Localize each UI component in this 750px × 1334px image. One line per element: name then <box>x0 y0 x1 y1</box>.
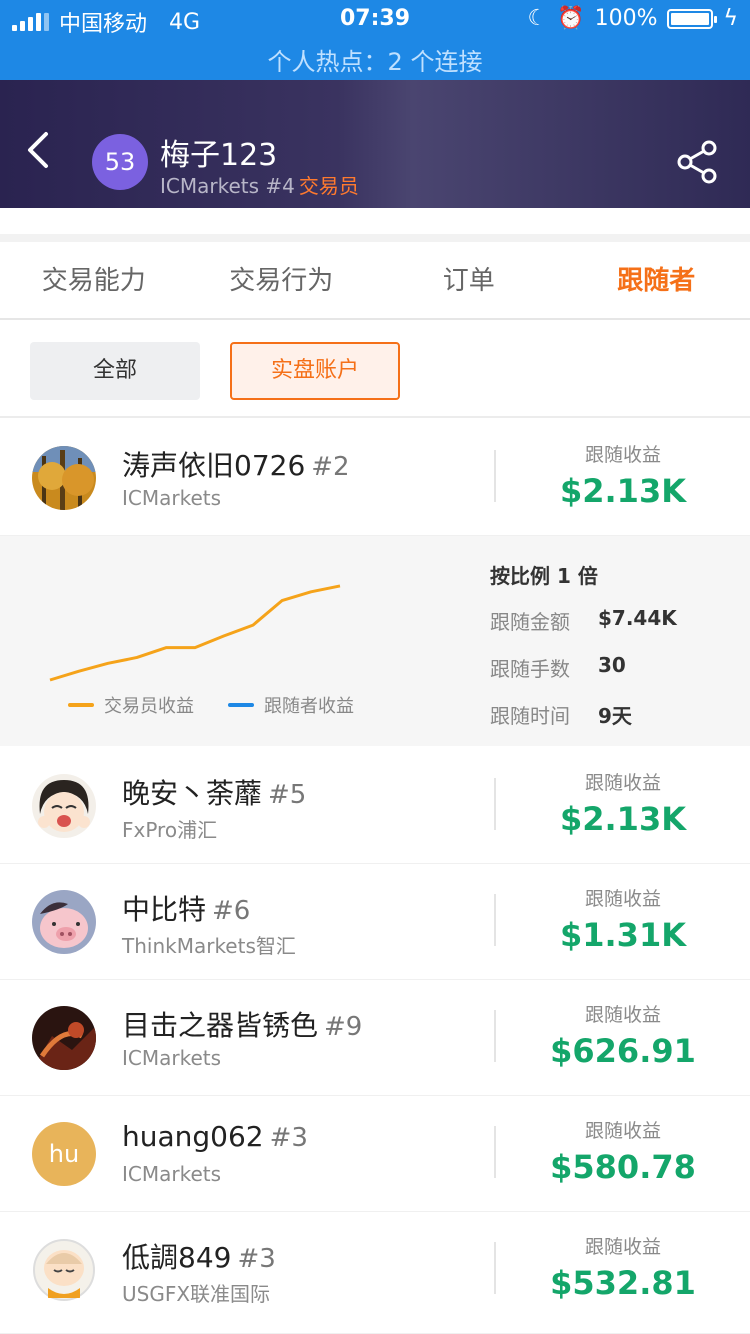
follower-broker: USGFX联准国际 <box>122 1282 271 1306</box>
follower-row[interactable]: 中比特 #6 ThinkMarkets智汇 跟随收益 $1.31K <box>0 864 750 980</box>
legend-follower-label: 跟随者收益 <box>264 696 354 717</box>
share-button[interactable] <box>676 140 718 184</box>
follower-rank: #5 <box>268 780 307 810</box>
header-spacer <box>0 208 750 234</box>
follower-broker: ICMarkets <box>122 1046 222 1070</box>
follower-rank: #9 <box>324 1012 363 1042</box>
back-button[interactable] <box>26 132 50 168</box>
profit-value: $2.13K <box>559 472 686 510</box>
chart-legend: 交易员收益 跟随者收益 <box>68 692 380 718</box>
tab-trading-behavior[interactable]: 交易行为 <box>188 242 376 318</box>
follower-name-text: 目击之器皆锈色 <box>122 1009 319 1042</box>
follower-name-text: huang062 <box>122 1120 264 1153</box>
share-icon <box>677 140 717 184</box>
avatar <box>32 1238 96 1302</box>
trader-role: 交易员 <box>298 174 359 198</box>
profit-value: $580.78 <box>550 1148 696 1186</box>
follower-name-text: 中比特 <box>122 893 207 926</box>
legend-trader-label: 交易员收益 <box>104 696 194 717</box>
follow-time: 跟随时间 9天 <box>490 700 632 729</box>
level-badge: 53 <box>92 134 148 190</box>
avatar: hu <box>32 1122 96 1186</box>
filter-all-button[interactable]: 全部 <box>30 342 200 400</box>
follower-name: huang062 #3 <box>122 1120 308 1153</box>
follow-time-value: 9天 <box>598 704 632 728</box>
follower-rank: #3 <box>237 1244 276 1274</box>
profit-value: $2.13K <box>559 800 686 838</box>
profit-label: 跟随收益 <box>584 1120 661 1142</box>
trader-name: 梅子123 <box>160 138 278 173</box>
filter-real-account-button[interactable]: 实盘账户 <box>230 342 400 400</box>
profit-value: $626.91 <box>550 1032 696 1070</box>
follower-broker: FxPro浦汇 <box>122 818 218 842</box>
follower-rank: #2 <box>311 452 350 482</box>
follower-name-text: 低調849 <box>122 1241 232 1274</box>
follower-row[interactable]: 目击之器皆锈色 #9 ICMarkets 跟随收益 $626.91 <box>0 980 750 1096</box>
follower-name: 中比特 #6 <box>122 888 250 928</box>
follow-lots-value: 30 <box>598 653 626 677</box>
section-divider <box>0 234 750 242</box>
account-filter: 全部 实盘账户 <box>0 322 750 418</box>
tab-followers[interactable]: 跟随者 <box>563 242 750 318</box>
follower-name: 晚安丶荼蘼 #5 <box>122 772 306 812</box>
profit-chart <box>49 584 341 682</box>
chevron-left-icon <box>28 132 48 168</box>
hotspot-banner[interactable]: 个人热点：2 个连接 <box>0 42 750 77</box>
follower-broker: ICMarkets <box>122 486 222 510</box>
legend-trader: 交易员收益 <box>68 692 194 718</box>
follower-rank: #3 <box>269 1123 308 1153</box>
profit-value: $1.31K <box>559 916 686 954</box>
follow-ratio: 按比例 1 倍 <box>490 564 598 588</box>
profit-label: 跟随收益 <box>584 1004 661 1026</box>
follower-name-text: 涛声依旧0726 <box>122 449 306 482</box>
follower-detail-panel: 交易员收益 跟随者收益 按比例 1 倍 跟随金额 $7.44K 跟随手数 30 … <box>0 536 750 746</box>
profit-label: 跟随收益 <box>584 1236 661 1258</box>
battery-icon <box>667 8 718 29</box>
series-line-0 <box>49 584 341 682</box>
trader-broker: ICMarkets #4 交易员 <box>160 170 359 199</box>
profit-label: 跟随收益 <box>584 888 661 910</box>
avatar <box>32 890 96 954</box>
follow-time-label: 跟随时间 <box>490 704 570 728</box>
follower-broker: ICMarkets <box>122 1162 222 1186</box>
battery-percent: 100% <box>594 6 658 31</box>
status-bar: 中国移动 4G 07:39 ☾ ⏰ 100% ϟ 个人热点：2 个连接 <box>0 0 750 80</box>
follower-row[interactable]: 晚安丶荼蘼 #5 FxPro浦汇 跟随收益 $2.13K <box>0 748 750 864</box>
tab-orders[interactable]: 订单 <box>375 242 563 318</box>
charging-icon: ϟ <box>723 6 738 31</box>
follower-row[interactable]: hu huang062 #3 ICMarkets 跟随收益 $580.78 <box>0 1096 750 1212</box>
legend-follower: 跟随者收益 <box>228 692 354 718</box>
follower-name: 目击之器皆锈色 #9 <box>122 1004 362 1044</box>
follower-name: 涛声依旧0726 #2 <box>122 444 350 484</box>
follow-lots-label: 跟随手数 <box>490 657 570 681</box>
trader-header: 53 梅子123 ICMarkets #4 交易员 <box>0 80 750 208</box>
follow-amount-label: 跟随金额 <box>490 610 570 634</box>
alarm-icon: ⏰ <box>557 6 585 31</box>
follower-name-text: 晚安丶荼蘼 <box>122 777 263 810</box>
follower-row[interactable]: 低調849 #3 USGFX联准国际 跟随收益 $532.81 <box>0 1212 750 1334</box>
profit-label: 跟随收益 <box>584 772 661 794</box>
tab-bar: 交易能力 交易行为 订单 跟随者 <box>0 242 750 320</box>
avatar <box>32 446 96 510</box>
follower-broker: ThinkMarkets智汇 <box>122 934 296 958</box>
follower-row[interactable]: 涛声依旧0726 #2 ICMarkets 跟随收益 $2.13K <box>0 420 750 536</box>
follower-name: 低調849 #3 <box>122 1236 276 1276</box>
profit-label: 跟随收益 <box>584 444 661 466</box>
tab-trading-ability[interactable]: 交易能力 <box>0 242 188 318</box>
trader-broker-text: ICMarkets #4 <box>160 174 295 198</box>
legend-swatch-blue <box>228 703 254 707</box>
moon-icon: ☾ <box>527 6 548 31</box>
follow-lots: 跟随手数 30 <box>490 653 626 682</box>
follow-amount-value: $7.44K <box>598 606 677 630</box>
avatar <box>32 774 96 838</box>
legend-swatch-orange <box>68 703 94 707</box>
avatar <box>32 1006 96 1070</box>
follower-rank: #6 <box>212 896 251 926</box>
follow-amount: 跟随金额 $7.44K <box>490 606 677 635</box>
profit-value: $532.81 <box>550 1264 696 1302</box>
